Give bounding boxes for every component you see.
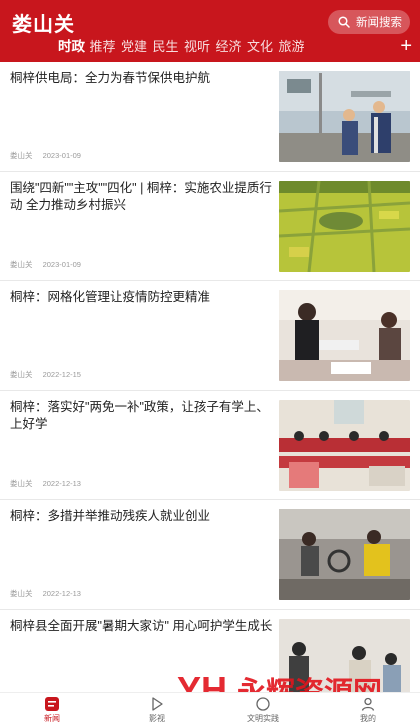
news-meta: 娄山关 2023-01-09	[10, 259, 81, 270]
search-icon	[338, 16, 350, 28]
news-title: 桐梓：多措并举推动残疾人就业创业	[10, 509, 211, 523]
app-header: 娄山关 新闻搜索 时政 推荐 党建 民生 视听 经济 文化 旅游 +	[0, 0, 420, 62]
news-thumbnail	[279, 509, 410, 600]
tabbar-profile-label: 我的	[360, 714, 376, 723]
news-icon	[45, 697, 59, 711]
news-date: 2022-12-13	[42, 588, 81, 598]
tabbar-profile[interactable]: 我的	[338, 696, 398, 724]
channel-tabs: 时政 推荐 党建 民生 视听 经济 文化 旅游	[58, 38, 310, 56]
news-title: 桐梓县全面开展"暑期大家访" 用心呵护学生成长	[10, 618, 273, 633]
add-channel-icon[interactable]: +	[400, 36, 412, 56]
news-list: 桐梓供电局：全力为春节保供电护航 娄山关 2023-01-09 围绕"四新""主…	[0, 62, 420, 719]
tab-culture[interactable]: 文化	[247, 38, 279, 56]
news-source: 娄山关	[10, 479, 33, 488]
bottom-tab-bar: 新闻 影视 文明实践 我的	[0, 692, 420, 725]
tabbar-practice-label: 文明实践	[247, 714, 279, 723]
news-thumbnail	[279, 180, 410, 272]
news-source: 娄山关	[10, 150, 33, 160]
tabbar-practice[interactable]: 文明实践	[233, 696, 293, 724]
news-date: 2022-12-15	[42, 369, 81, 379]
news-item[interactable]: 桐梓：网格化管理让疫情防控更精准 娄山关 2022-12-15	[0, 281, 420, 391]
news-date: 2022-12-13	[42, 479, 81, 488]
news-thumbnail	[279, 399, 410, 491]
news-meta: 娄山关 2022-12-13	[10, 478, 81, 489]
tabbar-video[interactable]: 影视	[127, 696, 187, 724]
news-date: 2023-01-09	[42, 150, 81, 160]
news-title: 围绕"四新""主攻""四化" | 桐梓：实施农业提质行动 全力推动乡村振兴	[10, 180, 272, 212]
search-label: 新闻搜索	[356, 17, 402, 29]
news-title: 桐梓：落实好"两免一补"政策，让孩子有学上、上好学	[10, 399, 269, 431]
play-icon	[152, 697, 163, 711]
news-title: 桐梓：网格化管理让疫情防控更精准	[10, 290, 211, 304]
news-date: 2023-01-09	[42, 260, 81, 269]
tabbar-news[interactable]: 新闻	[22, 696, 82, 724]
news-source: 娄山关	[10, 260, 33, 269]
profile-icon	[361, 697, 375, 711]
news-thumbnail	[279, 71, 410, 162]
tabbar-video-label: 影视	[149, 714, 165, 723]
practice-icon	[256, 697, 270, 711]
app-title: 娄山关	[12, 14, 75, 36]
tab-livelihood[interactable]: 民生	[153, 38, 185, 56]
tab-recommend[interactable]: 推荐	[90, 38, 122, 56]
news-title: 桐梓供电局：全力为春节保供电护航	[10, 71, 211, 85]
news-source: 娄山关	[10, 369, 33, 379]
tab-economy[interactable]: 经济	[216, 38, 248, 56]
news-search-button[interactable]: 新闻搜索	[328, 10, 410, 34]
news-meta: 娄山关 2022-12-13	[10, 588, 81, 599]
tab-video[interactable]: 视听	[184, 38, 216, 56]
news-item[interactable]: 围绕"四新""主攻""四化" | 桐梓：实施农业提质行动 全力推动乡村振兴 娄山…	[0, 172, 420, 281]
news-meta: 娄山关 2023-01-09	[10, 150, 81, 161]
tab-tourism[interactable]: 旅游	[279, 38, 311, 56]
tab-party[interactable]: 党建	[121, 38, 153, 56]
news-item[interactable]: 桐梓：多措并举推动残疾人就业创业 娄山关 2022-12-13	[0, 500, 420, 610]
news-item[interactable]: 桐梓供电局：全力为春节保供电护航 娄山关 2023-01-09	[0, 62, 420, 172]
news-meta: 娄山关 2022-12-15	[10, 369, 81, 380]
news-source: 娄山关	[10, 588, 33, 598]
tab-politics[interactable]: 时政	[58, 38, 90, 56]
tabbar-news-label: 新闻	[44, 714, 60, 723]
news-thumbnail	[279, 290, 410, 381]
news-item[interactable]: 桐梓：落实好"两免一补"政策，让孩子有学上、上好学 娄山关 2022-12-13	[0, 391, 420, 500]
